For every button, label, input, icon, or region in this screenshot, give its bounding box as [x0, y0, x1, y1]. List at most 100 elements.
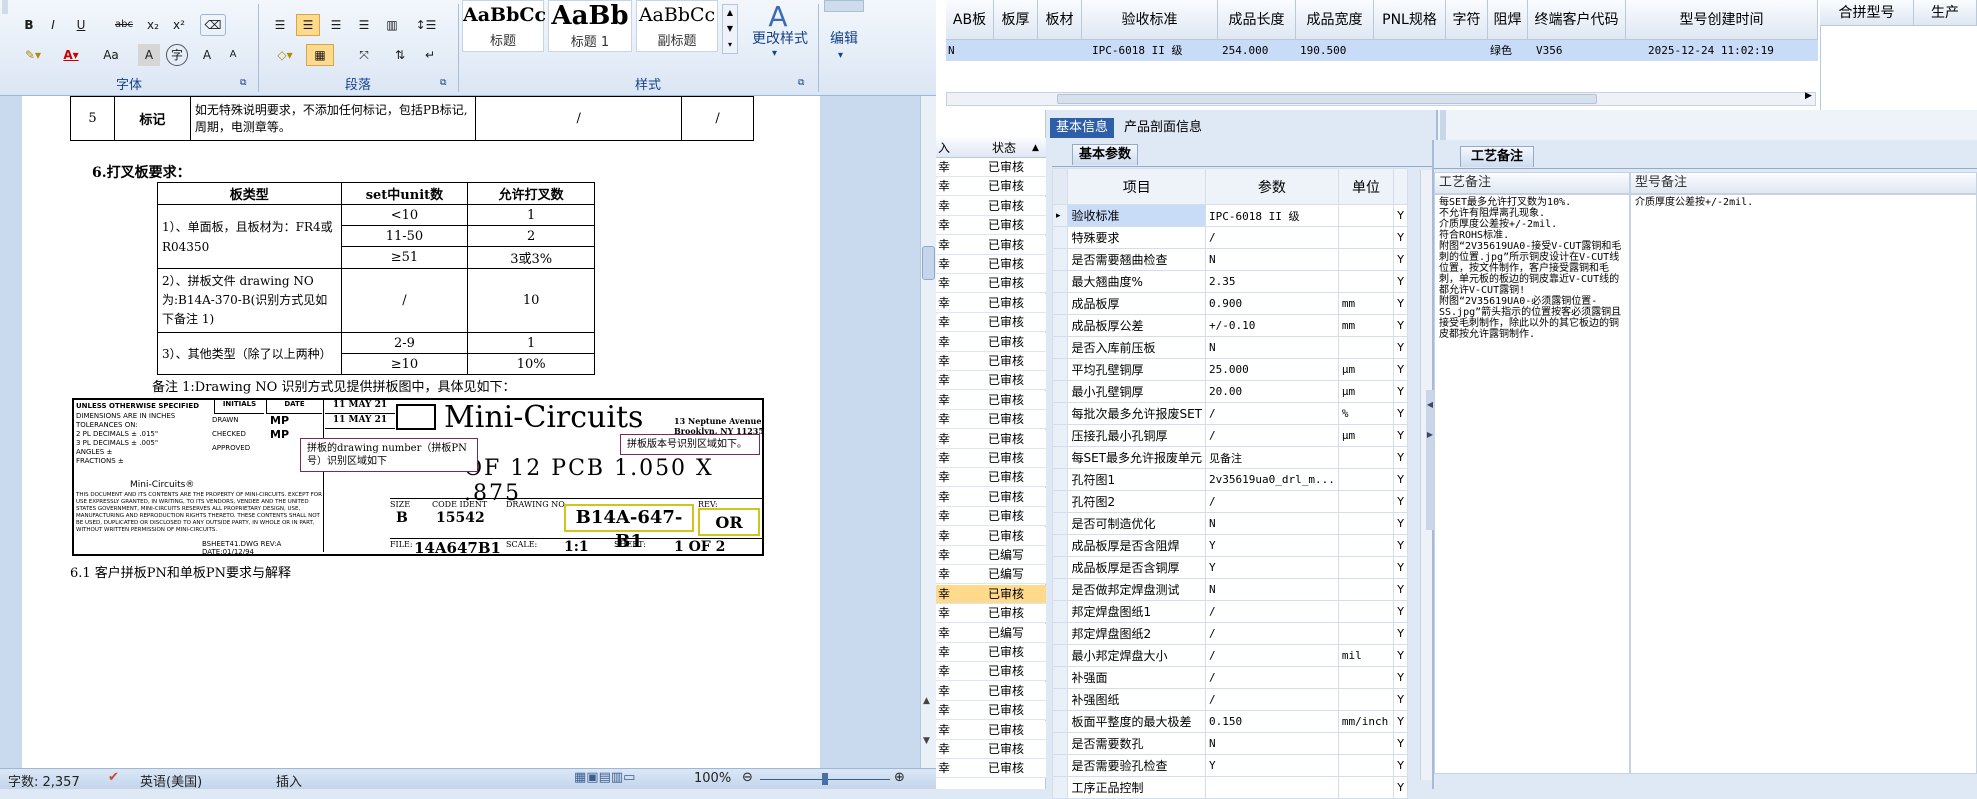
view-buttons-icon[interactable]: ▦▣▤▥▭	[574, 770, 635, 785]
grid-header[interactable]: 板材	[1038, 0, 1082, 40]
grid-header[interactable]: PNL规格	[1374, 0, 1446, 40]
order-list-row[interactable]: 幸 已审核	[936, 293, 1046, 313]
order-list-col-header[interactable]: 状态	[992, 138, 1016, 158]
order-list-row[interactable]: 幸 已审核	[936, 449, 1046, 468]
params-row[interactable]: 成品板厚是否含阻焊 Y Y	[1051, 534, 1408, 557]
vertical-scrollbar[interactable]: ▲ ▼	[920, 96, 936, 768]
order-list-row[interactable]: 幸 已审核	[936, 410, 1046, 430]
params-value[interactable]: 0.900	[1204, 292, 1339, 315]
params-row[interactable]: 是否需要数孔 N Y	[1051, 732, 1408, 755]
order-list-row[interactable]: 幸 已审核	[936, 507, 1046, 527]
params-value[interactable]: 见备注	[1204, 446, 1339, 469]
insert-mode[interactable]: 插入	[276, 771, 302, 789]
align-right-icon[interactable]: ☰	[324, 14, 348, 36]
params-value[interactable]: /	[1204, 600, 1339, 623]
params-value[interactable]: /	[1204, 644, 1339, 667]
grow-font-button[interactable]: A	[196, 44, 218, 66]
params-row[interactable]: 压接孔最小孔铜厚 / μm Y	[1051, 424, 1408, 447]
order-list-row[interactable]: 幸 已审核	[936, 332, 1046, 352]
order-list-row[interactable]: 幸 已编写	[936, 546, 1046, 565]
char-shading-icon[interactable]: A	[138, 44, 160, 66]
params-row[interactable]: 是否入库前压板 N Y	[1051, 336, 1408, 359]
order-list-row[interactable]: 幸 已编写	[936, 565, 1046, 585]
scroll-up-icon[interactable]: ▲	[923, 696, 930, 706]
order-list-row[interactable]: 幸 已编写	[936, 623, 1046, 643]
params-value[interactable]: N	[1204, 732, 1339, 755]
params-header[interactable]: 项目	[1067, 168, 1206, 205]
params-row[interactable]: 板面平整度的最大极差 0.150 mm/inch Y	[1051, 710, 1408, 733]
params-value[interactable]: Y	[1204, 534, 1339, 557]
font-color-icon[interactable]: A▾	[56, 44, 86, 66]
tab-craft-notes[interactable]: 工艺备注	[1460, 146, 1535, 167]
sort-icon[interactable]: ⇅	[388, 44, 412, 66]
params-row[interactable]: 孔符图1 2v35619ua0_drl_m... Y	[1051, 468, 1408, 491]
zoom-level[interactable]: 100%	[694, 771, 731, 786]
bold-button[interactable]: B	[18, 14, 40, 36]
align-left-icon[interactable]: ☰	[268, 14, 292, 36]
params-value[interactable]: /	[1204, 490, 1339, 513]
zoom-in-icon[interactable]: ⊕	[894, 770, 905, 785]
params-value[interactable]: 25.000	[1204, 358, 1339, 381]
params-value[interactable]	[1204, 776, 1339, 799]
change-styles-button[interactable]: 更改样式	[742, 28, 818, 48]
order-list-row[interactable]: 幸 已审核	[936, 352, 1046, 371]
order-list-row[interactable]: 幸 已审核	[936, 235, 1046, 255]
params-row[interactable]: 补强面 / Y	[1051, 666, 1408, 689]
order-list-row[interactable]: 幸 已审核	[936, 177, 1046, 197]
order-list-row[interactable]: 幸 已审核	[936, 390, 1046, 410]
grid-hscroll-thumb[interactable]	[1057, 94, 1597, 104]
scroll-right-icon[interactable]: ▶	[1805, 91, 1812, 101]
paragraph-dialog-launcher-icon[interactable]: ⧉	[440, 78, 446, 88]
style-heading1[interactable]: AaBb 标题 1	[548, 0, 632, 52]
order-list-row[interactable]: 幸 已审核	[936, 255, 1046, 274]
font-dialog-launcher-icon[interactable]: ⧉	[240, 78, 246, 88]
line-spacing-icon[interactable]: ↕☰	[410, 14, 442, 36]
style-title[interactable]: AaBbCc 标题	[462, 0, 546, 52]
order-list-row[interactable]: 幸 已审核	[936, 662, 1046, 682]
show-marks-icon[interactable]: ↵	[418, 44, 442, 66]
craft-notes-text[interactable]: 每SET最多允许打叉数为10%. 不允许有阻焊离孔现象. 介质厚度公差按+/-2…	[1434, 194, 1630, 774]
sort-asc-icon[interactable]: ▲	[1032, 138, 1039, 158]
scrollbar-thumb[interactable]	[922, 246, 935, 280]
order-list-row[interactable]: 幸 已审核	[936, 196, 1046, 216]
collapse-handle-icon[interactable]: ◀ ▶	[1426, 390, 1434, 530]
params-row[interactable]: 最小邦定焊盘大小 / mil Y	[1051, 644, 1408, 667]
params-row[interactable]: 邦定焊盘图纸2/ Y	[1051, 622, 1408, 645]
order-list-row[interactable]: 幸 已审核	[936, 313, 1046, 333]
params-row[interactable]: 是否可制造优化 N Y	[1051, 512, 1408, 535]
underline-button[interactable]: U	[68, 14, 94, 36]
edit-dropdown-icon[interactable]: ▾	[838, 50, 843, 61]
params-row[interactable]: 工序正品控制 Y	[1051, 776, 1408, 799]
grid-header[interactable]: 型号创建时间	[1626, 0, 1818, 40]
grid-header[interactable]: 板厚	[994, 0, 1038, 40]
order-list-row[interactable]: 幸 已审核	[936, 759, 1046, 779]
grid-header[interactable]: 字符	[1446, 0, 1488, 40]
clear-format-icon[interactable]: ⌫	[200, 14, 226, 36]
tab-section-info[interactable]: 产品剖面信息	[1118, 118, 1208, 138]
style-subtitle[interactable]: AaBbCc 副标题	[636, 0, 718, 52]
order-list-row[interactable]: 幸 已审核	[936, 371, 1046, 391]
order-list-row[interactable]: 幸 已审核	[936, 468, 1046, 488]
grid-header[interactable]: 终端客户代码	[1528, 0, 1626, 40]
ribbon-font-combo-edge[interactable]	[2, 0, 8, 14]
params-row[interactable]: 邦定焊盘图纸1/ Y	[1051, 600, 1408, 623]
params-row[interactable]: 每批次最多允许报废SET /% Y	[1051, 402, 1408, 425]
proofing-icon[interactable]: ✔	[108, 770, 119, 785]
grid-header[interactable]: 成品宽度	[1296, 0, 1374, 40]
params-value[interactable]: /	[1204, 424, 1339, 447]
params-row[interactable]: 成品板厚 0.900 mm Y	[1051, 292, 1408, 315]
order-list-row[interactable]: 幸 已审核	[936, 158, 1046, 177]
params-value[interactable]: /	[1204, 402, 1339, 425]
edit-icon[interactable]	[824, 0, 864, 12]
distribute-icon[interactable]: ▥	[380, 14, 404, 36]
params-value[interactable]: +/-0.10	[1204, 314, 1339, 337]
shading-icon[interactable]: ◇▾	[268, 44, 302, 66]
change-styles-dropdown-icon[interactable]: ▾	[772, 48, 777, 59]
params-row[interactable]: 最大翘曲度% 2.35 Y	[1051, 270, 1408, 293]
strikethrough-button[interactable]: abc	[110, 14, 138, 36]
params-value[interactable]: 2.35	[1204, 270, 1339, 293]
params-value[interactable]: N	[1204, 248, 1339, 271]
grid-header[interactable]: 阻焊	[1488, 0, 1528, 40]
params-row[interactable]: 是否需要验孔检查 Y Y	[1051, 754, 1408, 777]
order-list-row[interactable]: 幸 已审核	[936, 720, 1046, 740]
